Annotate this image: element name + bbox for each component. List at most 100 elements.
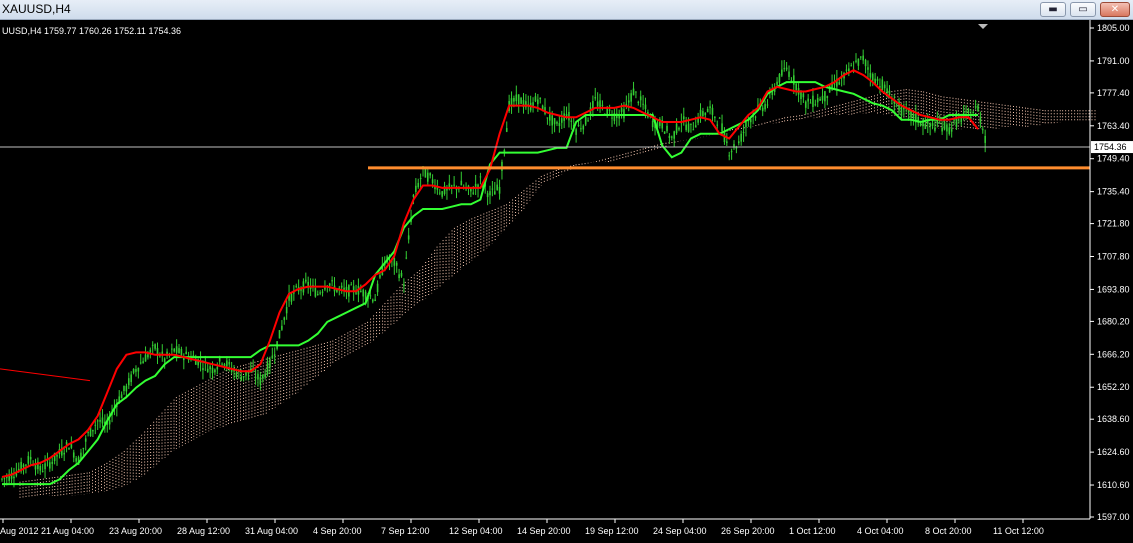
- candle-body: [269, 358, 271, 368]
- candle-body: [87, 432, 89, 434]
- candle-body: [824, 91, 826, 102]
- candle-body: [360, 290, 362, 292]
- minimize-button[interactable]: ▬: [1040, 2, 1066, 17]
- maximize-button[interactable]: ▭: [1070, 2, 1096, 17]
- candle-body: [764, 104, 766, 110]
- candle-body: [848, 68, 850, 72]
- candle-body: [474, 183, 477, 187]
- candle-body: [39, 466, 42, 471]
- window-titlebar: XAUUSD,H4 ▬ ▭ ✕: [0, 0, 1133, 20]
- candle-body: [859, 56, 862, 58]
- candle-body: [948, 127, 951, 134]
- candle-body: [929, 123, 931, 127]
- candle-body: [235, 372, 238, 378]
- x-tick-label: 4 Sep 20:00: [313, 526, 362, 536]
- candle-body: [450, 185, 453, 187]
- candle-body: [331, 280, 333, 282]
- candle-body: [472, 192, 475, 194]
- candle-body: [108, 420, 111, 425]
- candle-body: [745, 121, 747, 128]
- candle-body: [737, 141, 740, 144]
- candle-body: [706, 108, 709, 113]
- candle-body: [431, 179, 434, 184]
- x-tick-label: 31 Aug 04:00: [245, 526, 298, 536]
- candle-body: [580, 128, 582, 130]
- candle-body: [601, 104, 604, 106]
- candle-body: [63, 452, 65, 455]
- candle-body: [766, 104, 769, 106]
- y-tick-label: 1805.00: [1097, 23, 1130, 33]
- candle-body: [192, 355, 195, 357]
- candle-body: [551, 115, 553, 126]
- candle-body: [620, 107, 623, 112]
- candle-body: [726, 141, 728, 144]
- candle-body: [163, 358, 166, 363]
- candle-body: [520, 97, 522, 104]
- candle-body: [687, 123, 690, 132]
- candle-body: [974, 106, 977, 108]
- candle-body: [833, 83, 836, 85]
- candle-body: [946, 124, 948, 132]
- candle-body: [149, 349, 152, 353]
- candle-body: [395, 262, 398, 266]
- candle-body: [453, 184, 455, 186]
- candle-body: [953, 119, 955, 121]
- candle-body: [515, 94, 518, 102]
- ohlc-label: UUSD,H4 1759.77 1760.26 1752.11 1754.36: [2, 26, 181, 36]
- candle-body: [151, 344, 154, 346]
- candle-body: [505, 128, 508, 132]
- candle-body: [513, 98, 515, 102]
- candle-body: [721, 123, 723, 132]
- x-tick-label: 8 Oct 20:00: [925, 526, 972, 536]
- candle-body: [120, 394, 123, 399]
- x-tick-label: 19 Sep 12:00: [585, 526, 639, 536]
- candle-body: [663, 131, 666, 134]
- candle-body: [285, 307, 288, 314]
- candle-body: [671, 136, 673, 138]
- candle-body: [534, 96, 537, 102]
- candle-body: [44, 463, 46, 470]
- candle-body: [214, 369, 216, 373]
- candle-body: [876, 78, 879, 81]
- candle-body: [25, 464, 27, 466]
- candle-body: [407, 235, 410, 240]
- candle-body: [419, 178, 422, 180]
- y-tick-label: 1652.20: [1097, 382, 1130, 392]
- candle-body: [154, 344, 156, 349]
- candle-body: [49, 462, 51, 469]
- candle-body: [685, 124, 687, 130]
- candle-body: [314, 287, 317, 297]
- candle-body: [22, 464, 25, 468]
- candle-body: [599, 100, 601, 108]
- close-button[interactable]: ✕: [1100, 2, 1130, 17]
- candle-body: [211, 367, 214, 374]
- candle-body: [228, 361, 231, 365]
- candle-body: [888, 90, 891, 96]
- x-tick-label: 14 Sep 20:00: [517, 526, 571, 536]
- candle-body: [1, 478, 3, 480]
- candle-body: [403, 284, 405, 287]
- candle-body: [429, 173, 431, 176]
- candle-body: [776, 81, 778, 85]
- candle-body: [709, 106, 711, 109]
- candle-body: [965, 110, 967, 112]
- candle-body: [319, 292, 321, 294]
- candle-body: [826, 96, 829, 98]
- candle-body: [185, 351, 187, 355]
- candle-body: [788, 71, 790, 77]
- candle-body: [781, 69, 783, 76]
- candle-body: [240, 376, 243, 381]
- candle-body: [778, 74, 781, 83]
- candle-body: [981, 129, 984, 131]
- candle-body: [850, 65, 853, 67]
- candle-body: [321, 291, 324, 293]
- price-chart[interactable]: 1805.00 1791.00 1777.40 1763.40 1749.40 1735.…: [0, 20, 1133, 543]
- candle-body: [651, 120, 654, 128]
- candle-body: [364, 291, 367, 300]
- candle-body: [560, 118, 563, 123]
- candle-body: [809, 102, 812, 104]
- y-tick-label: 1693.80: [1097, 284, 1130, 294]
- y-tick-label: 1666.20: [1097, 349, 1130, 359]
- y-tick-label: 1638.60: [1097, 414, 1130, 424]
- candle-body: [895, 103, 898, 105]
